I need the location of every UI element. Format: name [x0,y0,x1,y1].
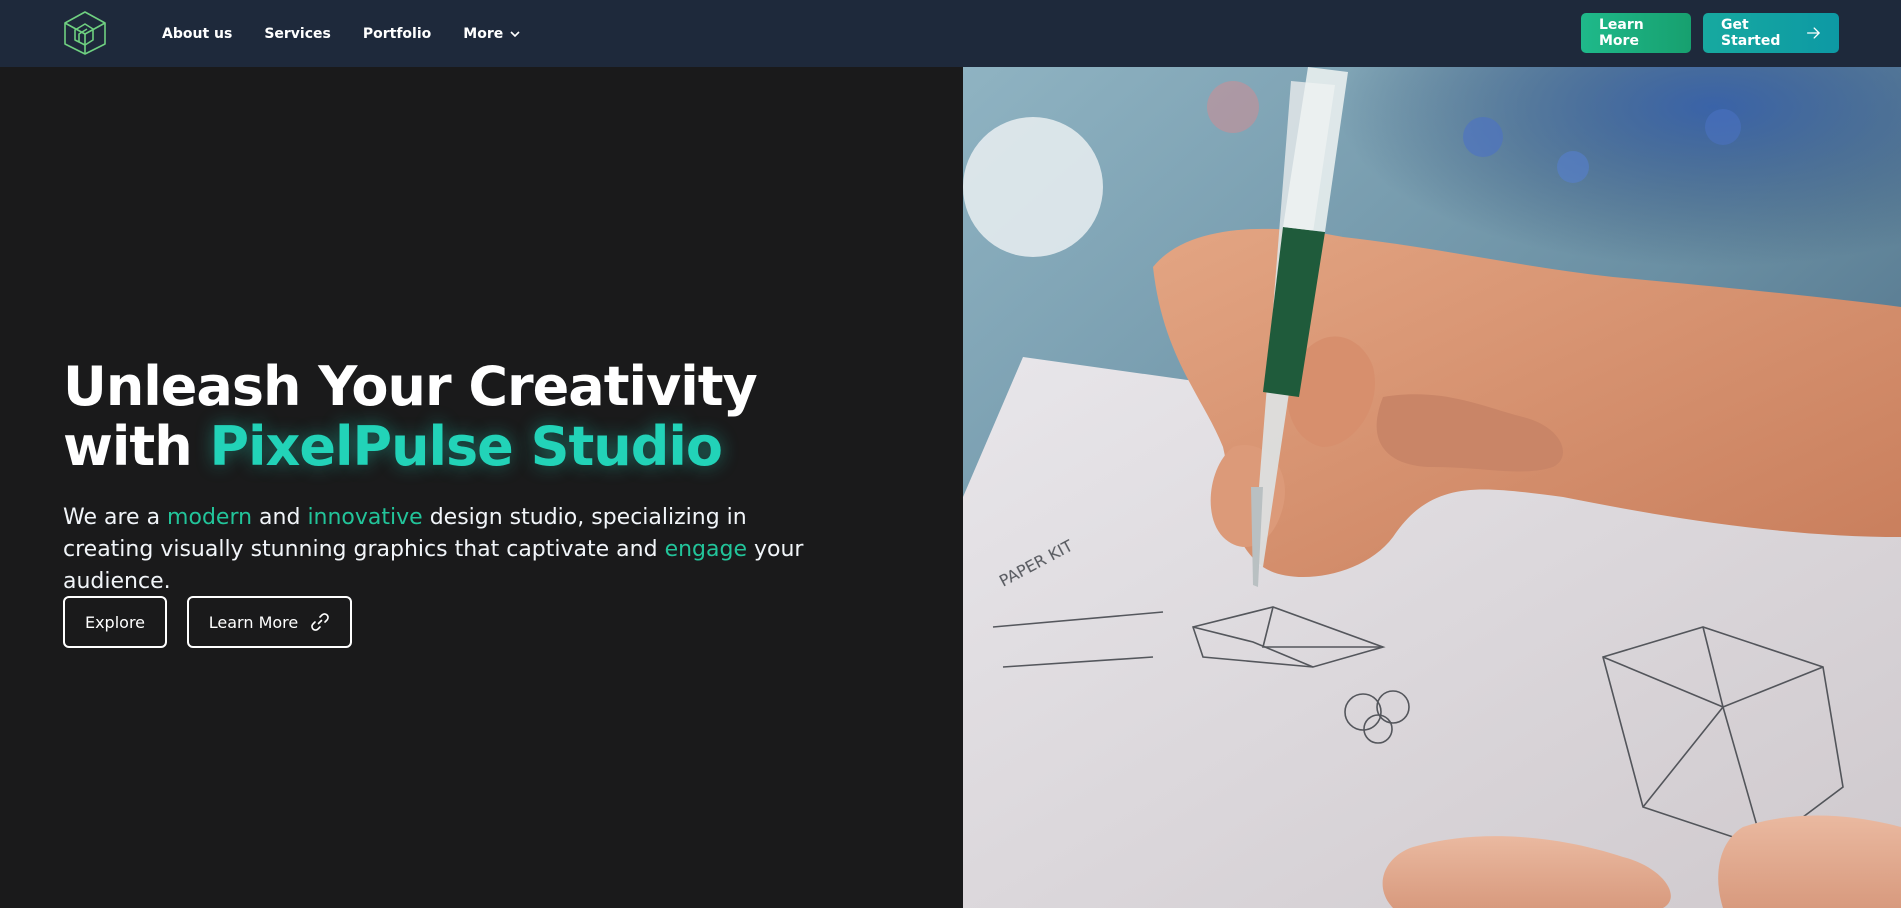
isometric-cube-logo-icon[interactable] [63,10,107,56]
nav-item-about-us[interactable]: About us [162,26,232,42]
learn-more-button-label: Learn More [1599,17,1644,49]
tagline-part-1: We are a [63,505,168,530]
headline-with: with [63,415,210,478]
nav-item-more[interactable]: More [463,26,521,42]
tagline-highlight-modern: modern [167,505,253,530]
hero-section [0,67,963,908]
primary-nav: About us Services Portfolio More [162,0,553,67]
get-started-button[interactable]: Get Started [1703,13,1839,53]
nav-item-portfolio[interactable]: Portfolio [363,26,431,42]
explore-button[interactable]: Explore [63,596,167,648]
nav-actions: Learn More Get Started [1581,13,1839,53]
hero-learn-more-button[interactable]: Learn More [187,596,352,648]
hero-cta-row: Explore Learn More [63,596,372,648]
learn-more-button[interactable]: Learn More [1581,13,1691,53]
nav-item-services[interactable]: Services [264,26,331,42]
explore-button-label: Explore [84,612,146,632]
link-icon [311,613,330,631]
headline-line-1: Unleash Your Creativity [63,355,758,418]
tagline-part-2: and [252,505,308,530]
chevron-down-icon [510,30,520,37]
hero-learn-more-label: Learn More [208,612,299,632]
hero-headline: Unleash Your Creativity with PixelPulse … [63,355,758,478]
tagline-highlight-innovative: innovative [307,505,423,530]
hand-sketching-with-pen-image: PAPER KIT [963,67,1901,908]
tagline-highlight-engage: engage [664,537,747,562]
top-navbar: About us Services Portfolio More Learn M… [0,0,1901,67]
nav-item-more-label: More [463,25,504,42]
hero-tagline: We are a modern and innovative design st… [63,502,823,598]
get-started-button-label: Get Started [1721,17,1781,49]
hero-photo-illustration: PAPER KIT [963,67,1901,908]
headline-brand-name: PixelPulse Studio [209,415,723,478]
arrow-right-icon [1807,27,1821,39]
